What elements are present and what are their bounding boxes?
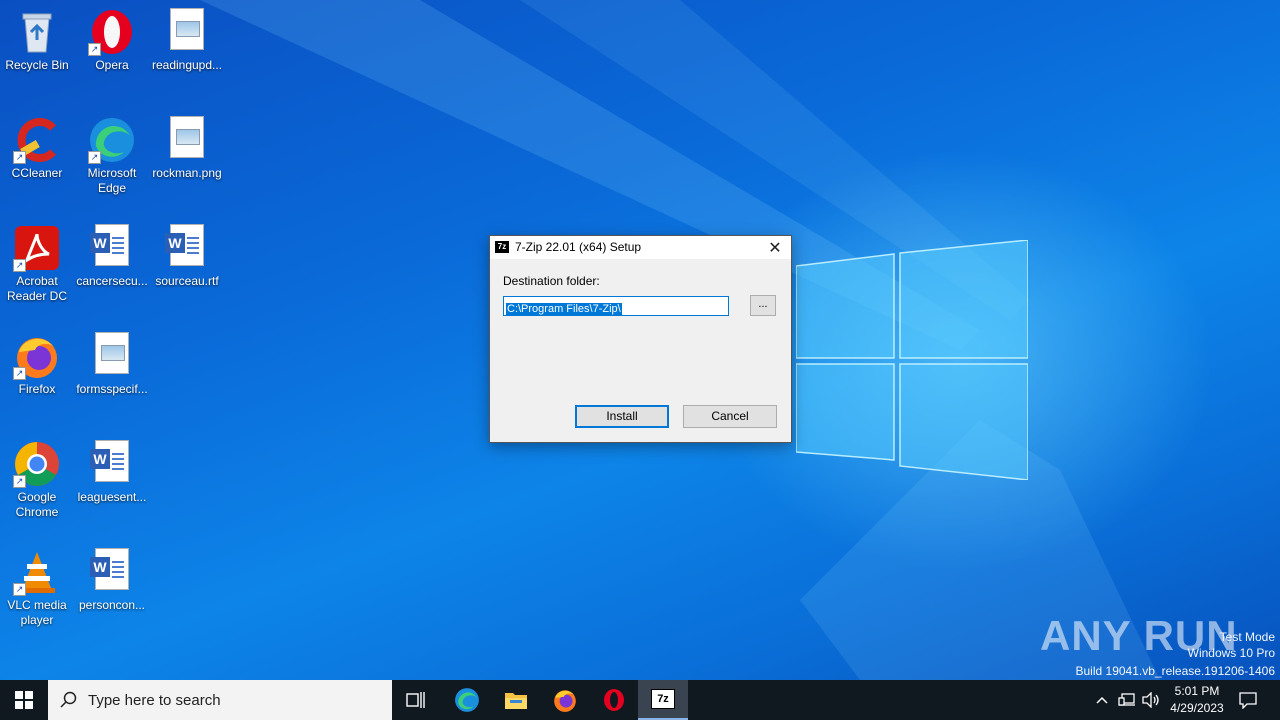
icon-label: rockman.png (152, 166, 222, 180)
desktop-icon-edge[interactable]: ↗ Microsoft Edge (74, 110, 150, 196)
build-text: Build 19041.vb_release.191206-1406 (1075, 664, 1276, 678)
taskbar-7zip-active[interactable]: 7z (638, 680, 688, 720)
firefox-icon: ↗ (13, 332, 61, 380)
shortcut-arrow-icon: ↗ (13, 367, 26, 380)
icon-label: Microsoft Edge (87, 166, 137, 195)
desktop-icon-leaguesent[interactable]: W leaguesent... (74, 434, 150, 505)
show-hidden-icons-button[interactable] (1092, 680, 1112, 720)
dialog-titlebar[interactable]: 7z 7-Zip 22.01 (x64) Setup ✕ (490, 236, 791, 259)
task-view-button[interactable] (392, 680, 440, 720)
icon-label: personcon... (78, 598, 146, 612)
opera-icon: ↗ (88, 8, 136, 56)
desktop: Recycle Bin ↗ Opera readingupd... ↗ CCle… (0, 0, 1280, 680)
edge-icon (455, 688, 479, 712)
word-doc-icon: W (88, 548, 136, 596)
network-icon (1118, 693, 1135, 706)
icon-label: formsspecif... (76, 382, 148, 396)
destination-folder-label: Destination folder: (503, 274, 600, 288)
taskbar-clock[interactable]: 5:01 PM 4/29/2023 (1164, 683, 1230, 717)
desktop-icon-personcon[interactable]: W personcon... (74, 542, 150, 613)
clock-time: 5:01 PM (1174, 684, 1220, 698)
install-button[interactable]: Install (575, 405, 669, 428)
search-placeholder: Type here to search (88, 691, 221, 709)
start-button[interactable] (0, 680, 48, 720)
desktop-icon-sourceau[interactable]: W sourceau.rtf (149, 218, 225, 289)
shortcut-arrow-icon: ↗ (13, 475, 26, 488)
notification-icon (1239, 692, 1257, 709)
icon-label: Acrobat Reader DC (6, 274, 68, 303)
edge-icon: ↗ (88, 116, 136, 164)
desktop-icon-formsspecif[interactable]: formsspecif... (74, 326, 150, 397)
icon-label: Opera (95, 58, 129, 72)
desktop-icon-rockman[interactable]: rockman.png (149, 110, 225, 181)
desktop-icon-acrobat[interactable]: ↗ Acrobat Reader DC (0, 218, 75, 304)
icon-label: cancersecu... (76, 274, 148, 288)
desktop-icon-opera[interactable]: ↗ Opera (74, 2, 150, 73)
shortcut-arrow-icon: ↗ (88, 151, 101, 164)
icon-label: sourceau.rtf (155, 274, 219, 288)
7zip-icon: 7z (651, 689, 675, 709)
ccleaner-icon: ↗ (13, 116, 61, 164)
taskbar-firefox[interactable] (540, 680, 590, 720)
desktop-icon-ccleaner[interactable]: ↗ CCleaner (0, 110, 75, 181)
desktop-icon-chrome[interactable]: ↗ Google Chrome (0, 434, 75, 520)
desktop-icon-recycle-bin[interactable]: Recycle Bin (0, 2, 75, 73)
firefox-icon (554, 690, 576, 712)
notifications-button[interactable] (1236, 680, 1260, 720)
windows-start-icon (15, 691, 33, 709)
destination-path-input[interactable]: C:\Program Files\7-Zip\ (503, 296, 729, 316)
destination-path-value: C:\Program Files\7-Zip\ (506, 303, 622, 315)
shortcut-arrow-icon: ↗ (13, 259, 26, 272)
clock-date: 4/29/2023 (1170, 701, 1224, 715)
setup-dialog: 7z 7-Zip 22.01 (x64) Setup ✕ Destination… (489, 235, 792, 443)
icon-label: Firefox (18, 382, 56, 396)
dialog-title: 7-Zip 22.01 (x64) Setup (515, 240, 642, 254)
icon-label: Google Chrome (15, 490, 59, 519)
vlc-icon: ↗ (13, 548, 61, 596)
shortcut-arrow-icon: ↗ (13, 583, 26, 596)
icon-label: CCleaner (11, 166, 63, 180)
test-mode-text: Test Mode (1219, 630, 1275, 644)
opera-icon (604, 689, 624, 711)
image-file-icon (163, 8, 211, 56)
file-explorer-icon (505, 693, 527, 709)
taskbar: Type here to search 7z 5:01 PM 4/29/2023 (0, 680, 1280, 720)
volume-button[interactable] (1140, 680, 1162, 720)
search-icon (60, 691, 77, 708)
chrome-icon: ↗ (13, 440, 61, 488)
7zip-icon: 7z (495, 241, 509, 253)
acrobat-icon: ↗ (13, 224, 61, 272)
taskbar-opera[interactable] (590, 680, 638, 720)
close-button[interactable]: ✕ (765, 238, 785, 258)
cancel-button[interactable]: Cancel (683, 405, 777, 428)
taskbar-file-explorer[interactable] (492, 680, 540, 720)
desktop-icon-cancersecu[interactable]: W cancersecu... (74, 218, 150, 289)
image-file-icon (88, 332, 136, 380)
image-file-icon (163, 116, 211, 164)
word-doc-icon: W (163, 224, 211, 272)
taskbar-edge[interactable] (442, 680, 492, 720)
icon-label: Recycle Bin (5, 58, 69, 72)
icon-label: leaguesent... (77, 490, 147, 504)
desktop-icon-readingupd[interactable]: readingupd... (149, 2, 225, 73)
icon-label: VLC media player (7, 598, 67, 627)
shortcut-arrow-icon: ↗ (88, 43, 101, 56)
network-button[interactable] (1116, 680, 1138, 720)
desktop-icon-vlc[interactable]: ↗ VLC media player (0, 542, 75, 628)
speaker-icon (1142, 692, 1159, 708)
desktop-icon-firefox[interactable]: ↗ Firefox (0, 326, 75, 397)
word-doc-icon: W (88, 224, 136, 272)
windows-edition-text: Windows 10 Pro (1187, 646, 1275, 660)
shortcut-arrow-icon: ↗ (13, 151, 26, 164)
word-doc-icon: W (88, 440, 136, 488)
taskbar-search-box[interactable]: Type here to search (48, 680, 392, 720)
recycle-bin-icon (13, 8, 61, 56)
windows-wallpaper-logo (796, 240, 1028, 480)
chevron-up-icon (1096, 696, 1108, 704)
task-view-icon (406, 692, 425, 708)
browse-button[interactable]: ... (750, 295, 776, 316)
icon-label: readingupd... (151, 58, 223, 72)
